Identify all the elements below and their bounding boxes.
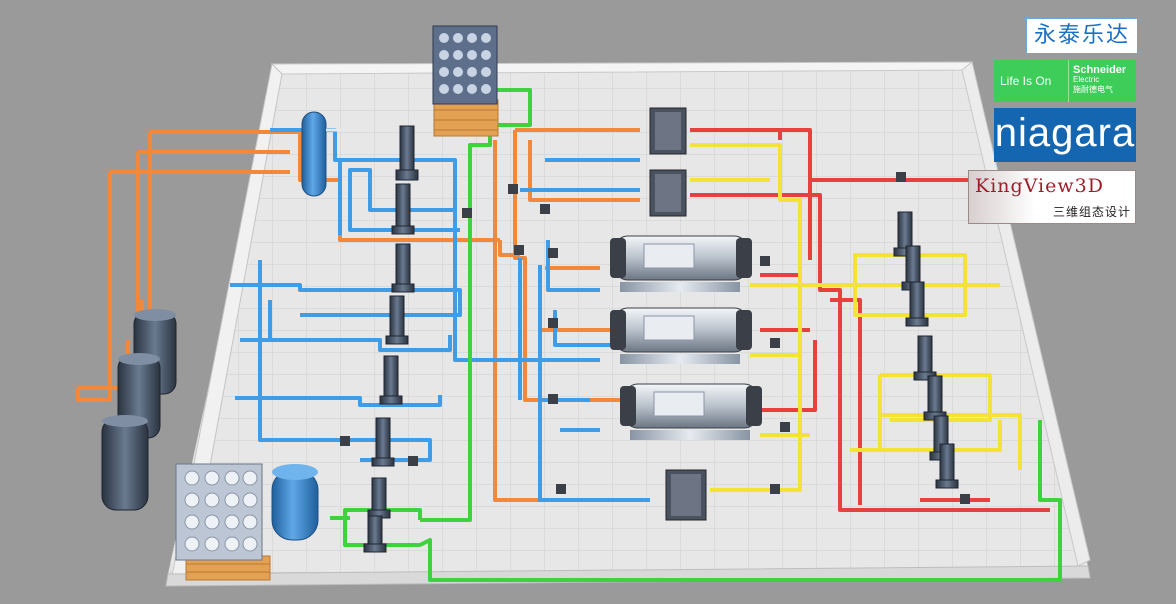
yongtai-logo: 永泰乐达 — [1026, 18, 1138, 54]
kingview-logo: KingView3D 三维组态设计 — [968, 170, 1136, 224]
bottom-water-tank — [175, 463, 271, 581]
niagara-logo: niagara — [994, 108, 1136, 162]
schneider-cn: 施耐德电气 — [1073, 85, 1113, 94]
yongtai-logo-text: 永泰乐达 — [1033, 23, 1130, 48]
schneider-brand-block: Schneider Electric 施耐德电气 — [1068, 60, 1136, 102]
top-water-tank — [432, 25, 499, 137]
schneider-sub: Electric — [1073, 75, 1100, 84]
chiller-units — [610, 235, 762, 440]
schneider-brand: Schneider — [1073, 64, 1127, 76]
kingview-title: KingView3D — [975, 175, 1104, 197]
kingview-subtitle: 三维组态设计 — [1052, 205, 1131, 219]
niagara-logo-text: niagara — [994, 111, 1136, 155]
blue-pressure-vessel — [271, 464, 319, 541]
schneider-tagline: Life Is On — [1000, 74, 1052, 88]
schneider-logo: Life Is On Schneider Electric 施耐德电气 — [994, 60, 1136, 102]
